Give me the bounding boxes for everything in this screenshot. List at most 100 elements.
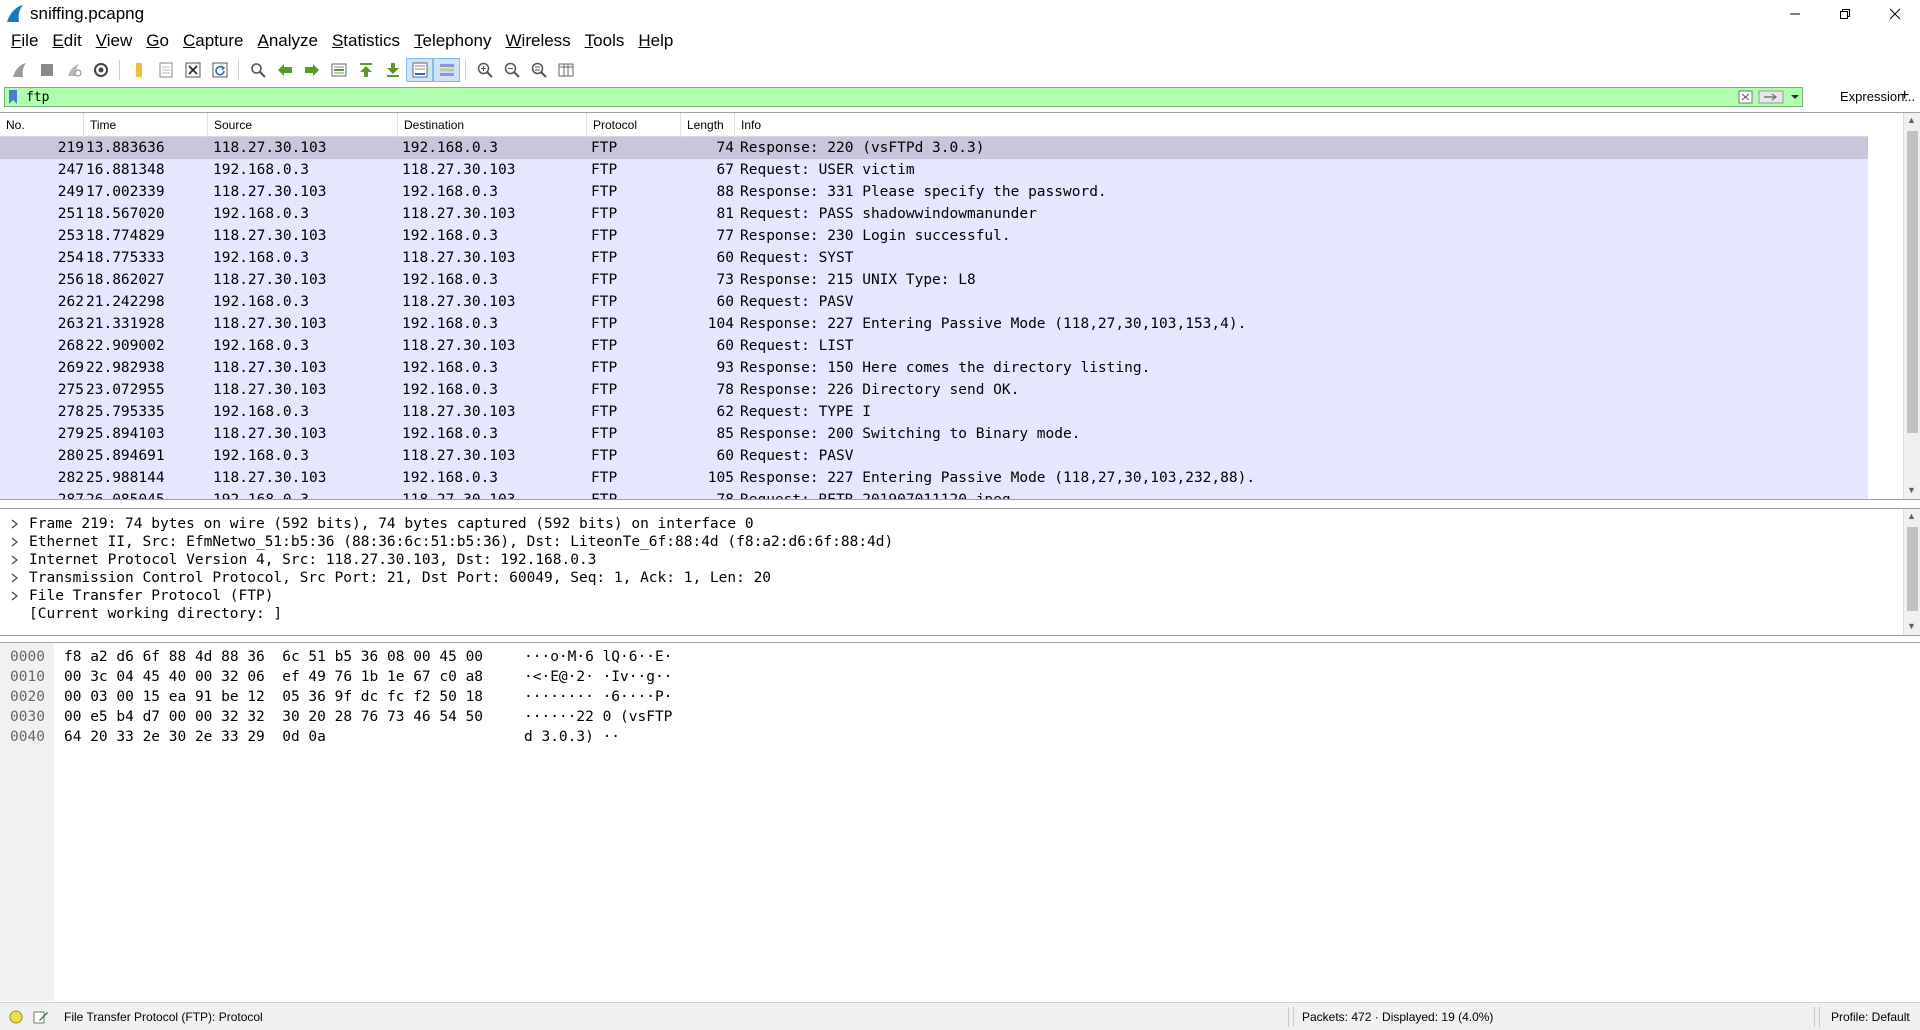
reload-file-button[interactable] (206, 58, 233, 82)
packet-row[interactable]: 280 25.894691 192.168.0.3 118.27.30.103 FTP 6… (0, 445, 1868, 467)
packet-row[interactable]: 262 21.242298 192.168.0.3 118.27.30.103 FTP 6… (0, 291, 1868, 313)
add-filter-button[interactable]: + (1900, 87, 1909, 105)
edit-comment-icon[interactable] (33, 1009, 49, 1025)
resize-columns-button[interactable] (552, 58, 579, 82)
filter-value[interactable]: ftp (26, 90, 49, 105)
menu-bar: File Edit View Go Capture Analyze Statis… (0, 28, 1920, 54)
open-file-button[interactable] (125, 58, 152, 82)
packet-row[interactable]: 247 16.881348 192.168.0.3 118.27.30.103 FTP 6… (0, 159, 1868, 181)
ascii-bytes[interactable]: ······22 0 (vsFTP (524, 707, 672, 727)
column-protocol[interactable]: Protocol (587, 113, 681, 137)
menu-statistics[interactable]: Statistics (325, 31, 407, 51)
scroll-down-icon[interactable]: ▼ (1907, 621, 1916, 631)
status-bar: File Transfer Protocol (FTP): Protocol P… (0, 1002, 1920, 1030)
close-file-button[interactable] (179, 58, 206, 82)
packet-row[interactable]: 28726.085045 192.168.0.3 118.27.30.103 FTP7… (0, 489, 1868, 499)
packet-row[interactable]: 279 25.894103 118.27.30.103 192.168.0.3 FTP 8… (0, 423, 1868, 445)
menu-view[interactable]: View (89, 31, 140, 51)
menu-file[interactable]: File (4, 31, 45, 51)
menu-edit[interactable]: Edit (45, 31, 88, 51)
byte-offset: 0040 (10, 729, 45, 745)
packet-row[interactable]: 282 25.988144 118.27.30.103 192.168.0.3 FTP 1… (0, 467, 1868, 489)
menu-go[interactable]: Go (139, 31, 176, 51)
expert-info-icon[interactable] (9, 1010, 23, 1024)
column-destination[interactable]: Destination (398, 113, 587, 137)
toolbar-separator (238, 60, 239, 80)
apply-filter-icon[interactable] (1758, 89, 1784, 105)
restore-icon (1840, 9, 1850, 19)
filter-history-dropdown-icon[interactable] (1788, 89, 1802, 105)
status-separator (1819, 1007, 1820, 1027)
find-packet-button[interactable] (244, 58, 271, 82)
zoom-out-button[interactable] (498, 58, 525, 82)
zoom-in-button[interactable] (471, 58, 498, 82)
colorize-toggle[interactable] (433, 58, 460, 82)
ascii-bytes[interactable]: ········ ·6····P· (524, 687, 672, 707)
ascii-bytes[interactable]: d 3.0.3) ·· (524, 727, 620, 747)
scroll-down-icon[interactable]: ▼ (1907, 485, 1916, 495)
menu-capture[interactable]: Capture (176, 31, 250, 51)
packet-row[interactable]: 278 25.795335 192.168.0.3 118.27.30.103 FTP 6… (0, 401, 1868, 423)
scroll-thumb[interactable] (1907, 131, 1918, 433)
hex-bytes[interactable]: 00 03 00 15 ea 91 be 12 05 36 9f dc fc f… (64, 687, 483, 707)
hex-bytes[interactable]: 00 e5 b4 d7 00 00 32 32 30 20 28 76 73 4… (64, 707, 483, 727)
packet-row[interactable]: 253 18.774829 118.27.30.103 192.168.0.3 FTP 7… (0, 225, 1868, 247)
packet-row[interactable]: 268 22.909002 192.168.0.3 118.27.30.103 FTP 6… (0, 335, 1868, 357)
go-back-button[interactable] (271, 58, 298, 82)
packet-row[interactable]: 263 21.331928 118.27.30.103 192.168.0.3 FTP 1… (0, 313, 1868, 335)
packet-row[interactable]: 254 18.775333 192.168.0.3 118.27.30.103 FTP 6… (0, 247, 1868, 269)
packet-row[interactable]: 269 22.982938 118.27.30.103 192.168.0.3 FTP 9… (0, 357, 1868, 379)
detail-tree-item[interactable]: [Current working directory: ] (0, 603, 1900, 625)
go-forward-button[interactable] (298, 58, 325, 82)
menu-help[interactable]: Help (631, 31, 680, 51)
packet-row[interactable]: 275 23.072955 118.27.30.103 192.168.0.3 FTP 7… (0, 379, 1868, 401)
menu-analyze[interactable]: Analyze (250, 31, 324, 51)
go-to-packet-button[interactable] (325, 58, 352, 82)
ascii-bytes[interactable]: ·<·E@·2· ·Iv··g·· (524, 667, 672, 687)
display-filter-input[interactable]: ftp (4, 87, 1803, 107)
clear-filter-icon[interactable] (1738, 89, 1754, 105)
packet-row[interactable]: 219 13.883636 118.27.30.103 192.168.0.3 FTP 7… (0, 137, 1868, 159)
menu-tools[interactable]: Tools (578, 31, 632, 51)
packet-row[interactable]: 256 18.862027 118.27.30.103 192.168.0.3 FTP 7… (0, 269, 1868, 291)
packet-cell-no: 256 (57, 272, 84, 288)
first-packet-button[interactable] (352, 58, 379, 82)
packet-list-scrollbar[interactable]: ▲ ▼ (1903, 113, 1920, 499)
scroll-up-icon[interactable]: ▲ (1907, 511, 1916, 521)
close-button[interactable] (1870, 0, 1920, 28)
menu-wireless[interactable]: Wireless (499, 31, 578, 51)
column-source[interactable]: Source (208, 113, 398, 137)
save-file-button[interactable] (152, 58, 179, 82)
minimize-button[interactable] (1770, 0, 1820, 28)
restart-capture-button[interactable] (60, 58, 87, 82)
restore-button[interactable] (1820, 0, 1870, 28)
stop-capture-button[interactable] (33, 58, 60, 82)
packet-row[interactable]: 251 18.567020 192.168.0.3 118.27.30.103 FTP 8… (0, 203, 1868, 225)
packet-cell-dst: 192.168.0.3 (402, 184, 499, 200)
last-packet-button[interactable] (379, 58, 406, 82)
column-length[interactable]: Length (681, 113, 735, 137)
hex-bytes[interactable]: f8 a2 d6 6f 88 4d 88 36 6c 51 b5 36 08 0… (64, 647, 483, 667)
bookmark-icon[interactable] (8, 89, 18, 105)
menu-telephony[interactable]: Telephony (407, 31, 499, 51)
column-info[interactable]: Info (735, 113, 1868, 137)
capture-options-button[interactable] (87, 58, 114, 82)
column-time[interactable]: Time (84, 113, 208, 137)
normal-size-button[interactable] (525, 58, 552, 82)
scroll-up-icon[interactable]: ▲ (1907, 115, 1916, 125)
ascii-bytes[interactable]: ···o·M·6 lQ·6··E· (524, 647, 672, 667)
packet-cell-len: 93 (716, 360, 734, 376)
details-scrollbar[interactable]: ▲ ▼ (1903, 509, 1920, 635)
hex-bytes[interactable]: 64 20 33 2e 30 2e 33 29 0d 0a (64, 727, 326, 747)
packet-cell-time: 22.982938 (86, 360, 165, 376)
column-no[interactable]: No. (0, 113, 84, 137)
packet-cell-len: 73 (716, 272, 734, 288)
hex-bytes[interactable]: 00 3c 04 45 40 00 32 06 ef 49 76 1b 1e 6… (64, 667, 483, 687)
start-capture-button[interactable] (6, 58, 33, 82)
scroll-thumb[interactable] (1907, 527, 1918, 611)
profile-text[interactable]: Profile: Default (1831, 1003, 1910, 1030)
packet-row[interactable]: 249 17.002339 118.27.30.103 192.168.0.3 FTP 8… (0, 181, 1868, 203)
autoscroll-icon (412, 62, 427, 78)
autoscroll-toggle[interactable] (406, 58, 433, 82)
packet-cell-time: 13.883636 (86, 140, 165, 156)
